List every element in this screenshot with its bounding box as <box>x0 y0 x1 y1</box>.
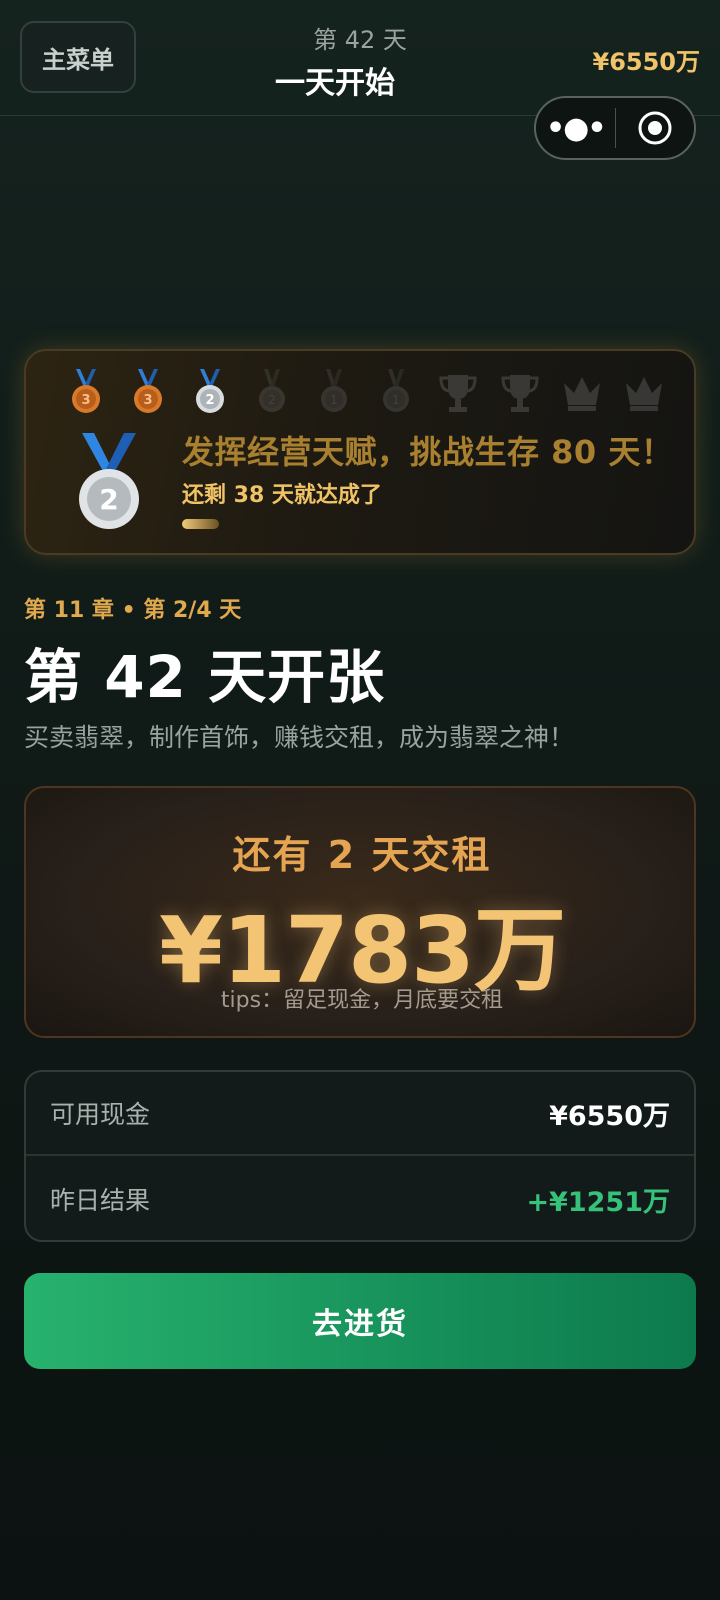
achievement-title: 发挥经营天赋，挑战生存 80 天！ <box>182 433 674 471</box>
rent-countdown: 还有 2 天交租 <box>232 833 492 877</box>
game-slogan: 买卖翡翠，制作首饰，赚钱交租，成为翡翠之神！ <box>24 723 575 752</box>
svg-text:1: 1 <box>330 393 338 407</box>
crown-icon <box>564 377 600 411</box>
svg-text:2: 2 <box>205 393 214 408</box>
silver-medal-locked-icon: 2 <box>259 369 285 412</box>
svg-text:3: 3 <box>81 393 90 408</box>
stat-label: 昨日结果 <box>50 1186 151 1215</box>
stat-value: +¥1251万 <box>526 1186 670 1218</box>
more-dots-icon[interactable]: •●• <box>536 111 615 146</box>
trophy-icon <box>439 375 477 412</box>
svg-text:3: 3 <box>143 393 152 408</box>
svg-text:2: 2 <box>268 393 276 407</box>
achievement-card[interactable]: 3 3 2 2 1 1 2 发挥经营天赋，挑战生存 80 天！ 还剩 38 天就… <box>24 349 696 555</box>
miniprogram-capsule: •●• <box>534 96 696 160</box>
gold-medal-locked-icon: 1 <box>321 369 347 412</box>
silver-medal-icon: 2 <box>196 369 224 413</box>
gold-medal-locked-icon: 1 <box>383 369 409 412</box>
day-headline: 第 42 天开张 <box>24 643 386 711</box>
medal-progress-row: 3 3 2 2 1 1 <box>56 369 676 415</box>
bronze-medal-icon: 3 <box>134 369 162 413</box>
stat-row-cash: 可用现金 ¥6550万 <box>26 1072 694 1156</box>
bronze-medal-icon: 3 <box>72 369 100 413</box>
target-icon[interactable] <box>616 110 695 146</box>
svg-text:1: 1 <box>392 393 400 407</box>
crown-icon <box>626 377 662 411</box>
trophy-icon <box>501 375 539 412</box>
rent-card: 还有 2 天交租 ¥1783万 tips：留足现金，月底要交租 <box>24 786 696 1038</box>
svg-text:2: 2 <box>99 483 118 516</box>
chapter-label: 第 11 章 • 第 2/4 天 <box>24 598 242 623</box>
go-restock-button[interactable]: 去进货 <box>24 1273 696 1369</box>
cash-display: ¥6550万 <box>592 48 701 76</box>
stat-label: 可用现金 <box>50 1100 151 1129</box>
stat-value: ¥6550万 <box>549 1100 670 1132</box>
silver-medal-icon: 2 <box>79 433 139 529</box>
rent-tip: tips：留足现金，月底要交租 <box>220 988 504 1013</box>
achievement-subtitle: 还剩 38 天就达成了 <box>182 483 382 508</box>
stat-row-yesterday: 昨日结果 +¥1251万 <box>26 1157 694 1241</box>
stats-card: 可用现金 ¥6550万 昨日结果 +¥1251万 <box>24 1070 696 1242</box>
achievement-progress-bar <box>182 519 219 529</box>
